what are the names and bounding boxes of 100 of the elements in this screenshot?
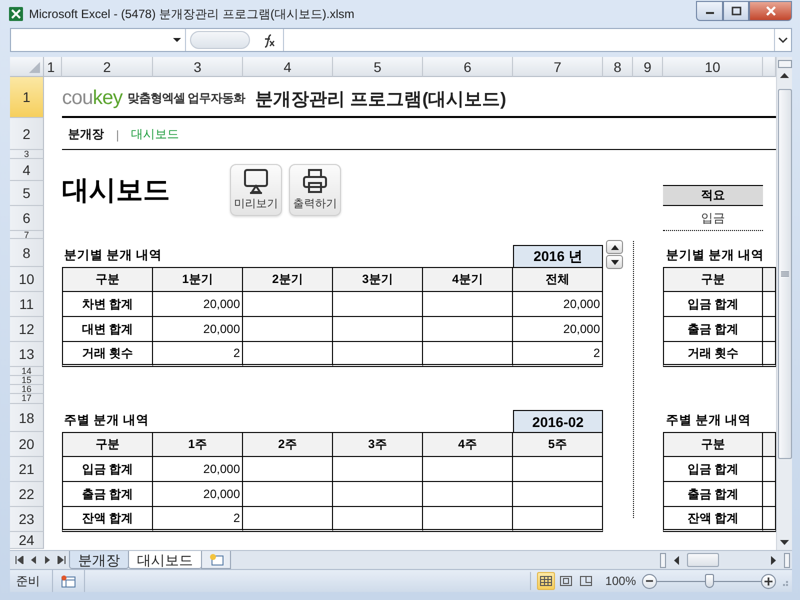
sheet-tab[interactable]: 대시보드: [128, 551, 202, 569]
column-header[interactable]: 3: [153, 57, 243, 77]
table-header-cell: 전체: [513, 267, 603, 292]
up-arrow-icon: [780, 73, 789, 78]
row-label-cell: 거래 횟수: [62, 342, 153, 367]
zoom-thumb[interactable]: [705, 574, 714, 588]
row-header[interactable]: 6: [10, 206, 44, 231]
row-header[interactable]: 13: [10, 342, 44, 367]
row-header[interactable]: 2: [10, 118, 44, 150]
last-sheet-button[interactable]: [55, 554, 67, 566]
table-cell: [763, 317, 776, 342]
scroll-thumb[interactable]: [687, 553, 719, 567]
column-header[interactable]: 5: [333, 57, 423, 77]
program-title: 분개장관리 프로그램(대시보드): [255, 88, 506, 110]
printer-icon: [301, 168, 329, 195]
close-button[interactable]: [749, 1, 792, 21]
nav-link[interactable]: 분개장: [68, 126, 104, 143]
row-header[interactable]: 17: [10, 394, 44, 404]
splitter-handle[interactable]: [190, 31, 250, 49]
row-header[interactable]: 14: [10, 367, 44, 376]
row-header[interactable]: 20: [10, 432, 44, 457]
column-header[interactable]: 9: [633, 57, 663, 77]
row-header[interactable]: 3: [10, 150, 44, 159]
table-cell: [763, 507, 776, 532]
row-header[interactable]: 4: [10, 159, 44, 181]
plus-icon: [764, 576, 773, 586]
column-header[interactable]: 7: [513, 57, 603, 77]
column-header[interactable]: 10: [663, 57, 763, 77]
preview-button[interactable]: 미리보기: [230, 164, 282, 216]
period-cell: 2016 년: [513, 245, 603, 267]
up-arrow-icon: [610, 244, 618, 250]
table-header-cell: 3분기: [333, 267, 423, 292]
row-header[interactable]: 12: [10, 317, 44, 342]
table-cell: 20,000: [513, 292, 603, 317]
table-header-cell: 구분: [663, 432, 763, 457]
tagline: 맞춤형엑셀 업무자동화: [127, 90, 246, 107]
row-header[interactable]: 22: [10, 482, 44, 507]
nav-separator: |: [116, 128, 120, 142]
chevron-down-icon[interactable]: [778, 36, 788, 44]
right-arrow-icon: [44, 556, 50, 564]
caret-icon: [173, 38, 181, 42]
minus-icon: [645, 577, 654, 585]
memo-value: 입금: [663, 206, 763, 231]
new-sheet-button[interactable]: [201, 551, 231, 569]
zoom-slider[interactable]: [657, 573, 761, 589]
column-header[interactable]: 6: [423, 57, 513, 77]
row-header[interactable]: 5: [10, 181, 44, 206]
table-header-cell: 구분: [663, 267, 763, 292]
scroll-thumb[interactable]: [778, 89, 792, 459]
section-title: 분기별 분개 내역: [665, 247, 765, 264]
maximize-button[interactable]: [723, 1, 749, 21]
minimize-button[interactable]: [696, 1, 723, 21]
row-header[interactable]: 1: [10, 77, 44, 118]
row-header[interactable]: 24: [10, 532, 44, 549]
brand-logo: coukey: [62, 87, 122, 110]
table-cell: 20,000: [153, 317, 243, 342]
sheet-tab[interactable]: 분개장: [69, 551, 129, 569]
table-header-cell: 구분: [62, 432, 153, 457]
split-handle[interactable]: [784, 552, 790, 568]
zoom-level: 100%: [605, 574, 636, 588]
row-label-cell: 입금 합계: [62, 457, 153, 482]
row-header[interactable]: 7: [10, 231, 44, 239]
table-header-cell: 3주: [333, 432, 423, 457]
row-label-cell: 차변 합계: [62, 292, 153, 317]
nav-link[interactable]: 대시보드: [131, 126, 180, 143]
window-title: Microsoft Excel - (5478) 분개장관리 프로그램(대시보드).xlsm: [29, 6, 356, 22]
row-header[interactable]: 18: [10, 404, 44, 432]
row-header[interactable]: 15: [10, 376, 44, 385]
row-label-cell: 입금 합계: [663, 457, 763, 482]
row-header[interactable]: 23: [10, 507, 44, 532]
first-sheet-button[interactable]: [13, 554, 25, 566]
down-arrow-icon: [780, 540, 789, 545]
row-header[interactable]: 16: [10, 385, 44, 394]
spin-down-button[interactable]: [606, 255, 623, 269]
first-icon: [14, 556, 24, 564]
table-cell: 2: [153, 342, 243, 367]
row-header[interactable]: 10: [10, 267, 44, 292]
column-header[interactable]: 8: [603, 57, 633, 77]
view-button[interactable]: [537, 572, 556, 590]
section-title: 주별 분개 내역: [665, 412, 752, 429]
row-header[interactable]: 8: [10, 239, 44, 267]
spin-up-button[interactable]: [606, 240, 623, 254]
row-header[interactable]: 11: [10, 292, 44, 317]
section-title: 분기별 분개 내역: [63, 247, 163, 264]
column-header[interactable]: 4: [243, 57, 333, 77]
split-handle[interactable]: [778, 60, 792, 68]
row-label-cell: 잔액 합계: [62, 507, 153, 532]
table-header-cell: 2분기: [243, 267, 333, 292]
maximize-icon: [730, 6, 742, 16]
table-cell: [763, 457, 776, 482]
column-header[interactable]: 1: [44, 57, 62, 77]
print-button[interactable]: 출력하기: [289, 164, 341, 216]
page-icon: [559, 575, 574, 587]
grid-icon: [539, 575, 554, 587]
zoom-in-button[interactable]: [761, 574, 776, 588]
table-cell: 20,000: [513, 317, 603, 342]
row-header[interactable]: 21: [10, 457, 44, 482]
zoom-out-button[interactable]: [642, 574, 657, 588]
split-handle[interactable]: [660, 552, 666, 568]
column-header[interactable]: 2: [62, 57, 153, 77]
